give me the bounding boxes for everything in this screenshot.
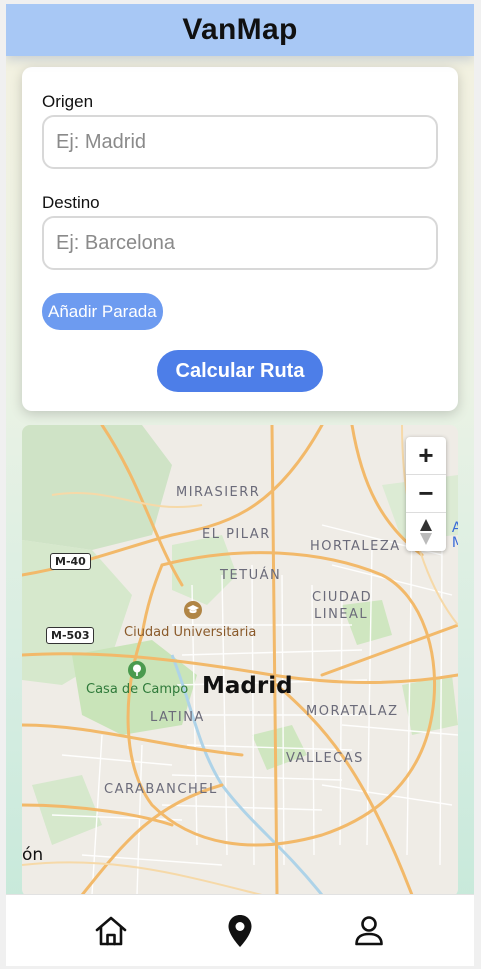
- destination-label: Destino: [42, 193, 100, 212]
- map-label-district: LATINA: [150, 710, 205, 725]
- map-label-district: CIUDAD: [312, 590, 373, 605]
- attribution-letter: M: [451, 535, 458, 551]
- home-icon: [95, 916, 126, 945]
- map-view[interactable]: MIRASIERR EL PILAR HORTALEZA TETUÁN CIUD…: [22, 425, 458, 897]
- nav-profile-button[interactable]: [345, 907, 393, 955]
- map-label-district: VALLECAS: [286, 751, 364, 766]
- zoom-out-button[interactable]: −: [406, 475, 446, 513]
- park-icon: [128, 661, 146, 679]
- zoom-in-button[interactable]: +: [406, 437, 446, 475]
- map-label-park: Casa de Campo: [86, 682, 189, 697]
- origin-input[interactable]: [42, 115, 438, 169]
- map-label-edge: ón: [22, 845, 44, 865]
- origin-label: Origen: [42, 92, 94, 111]
- map-attribution-fragment: A M: [452, 521, 458, 551]
- university-icon: [184, 601, 202, 619]
- calculate-route-button[interactable]: Calcular Ruta: [157, 350, 323, 392]
- map-label-poi: Ciudad Universitaria: [124, 625, 257, 640]
- location-pin-icon: [228, 914, 252, 947]
- route-form: Origen Destino Añadir Parada Calcular Ru…: [22, 67, 458, 411]
- nav-home-button[interactable]: [87, 907, 135, 955]
- user-icon: [355, 915, 384, 945]
- map-label-district: MIRASIERR: [176, 485, 261, 500]
- app-screen: VanMap Origen Destino Añadir Parada Calc…: [6, 4, 474, 966]
- bottom-navigation: [6, 894, 474, 966]
- map-label-district: MORATALAZ: [306, 704, 399, 719]
- app-header: VanMap: [6, 4, 474, 56]
- app-title: VanMap: [182, 13, 298, 46]
- map-label-district: LINEAL: [314, 607, 369, 622]
- attribution-letter: A: [451, 520, 458, 536]
- compass-icon[interactable]: [406, 513, 446, 551]
- road-shield-m503: M-503: [46, 627, 95, 644]
- destination-input[interactable]: [42, 216, 438, 270]
- add-stop-button[interactable]: Añadir Parada: [42, 293, 163, 330]
- map-label-city: Madrid: [202, 673, 293, 699]
- map-label-district: HORTALEZA: [310, 539, 401, 554]
- road-shield-m40: M-40: [50, 553, 91, 570]
- map-label-district: CARABANCHEL: [104, 782, 218, 797]
- map-label-district: TETUÁN: [220, 568, 282, 583]
- map-label-district: EL PILAR: [202, 527, 271, 542]
- map-zoom-controls: + −: [406, 437, 446, 551]
- nav-location-button[interactable]: [216, 907, 264, 955]
